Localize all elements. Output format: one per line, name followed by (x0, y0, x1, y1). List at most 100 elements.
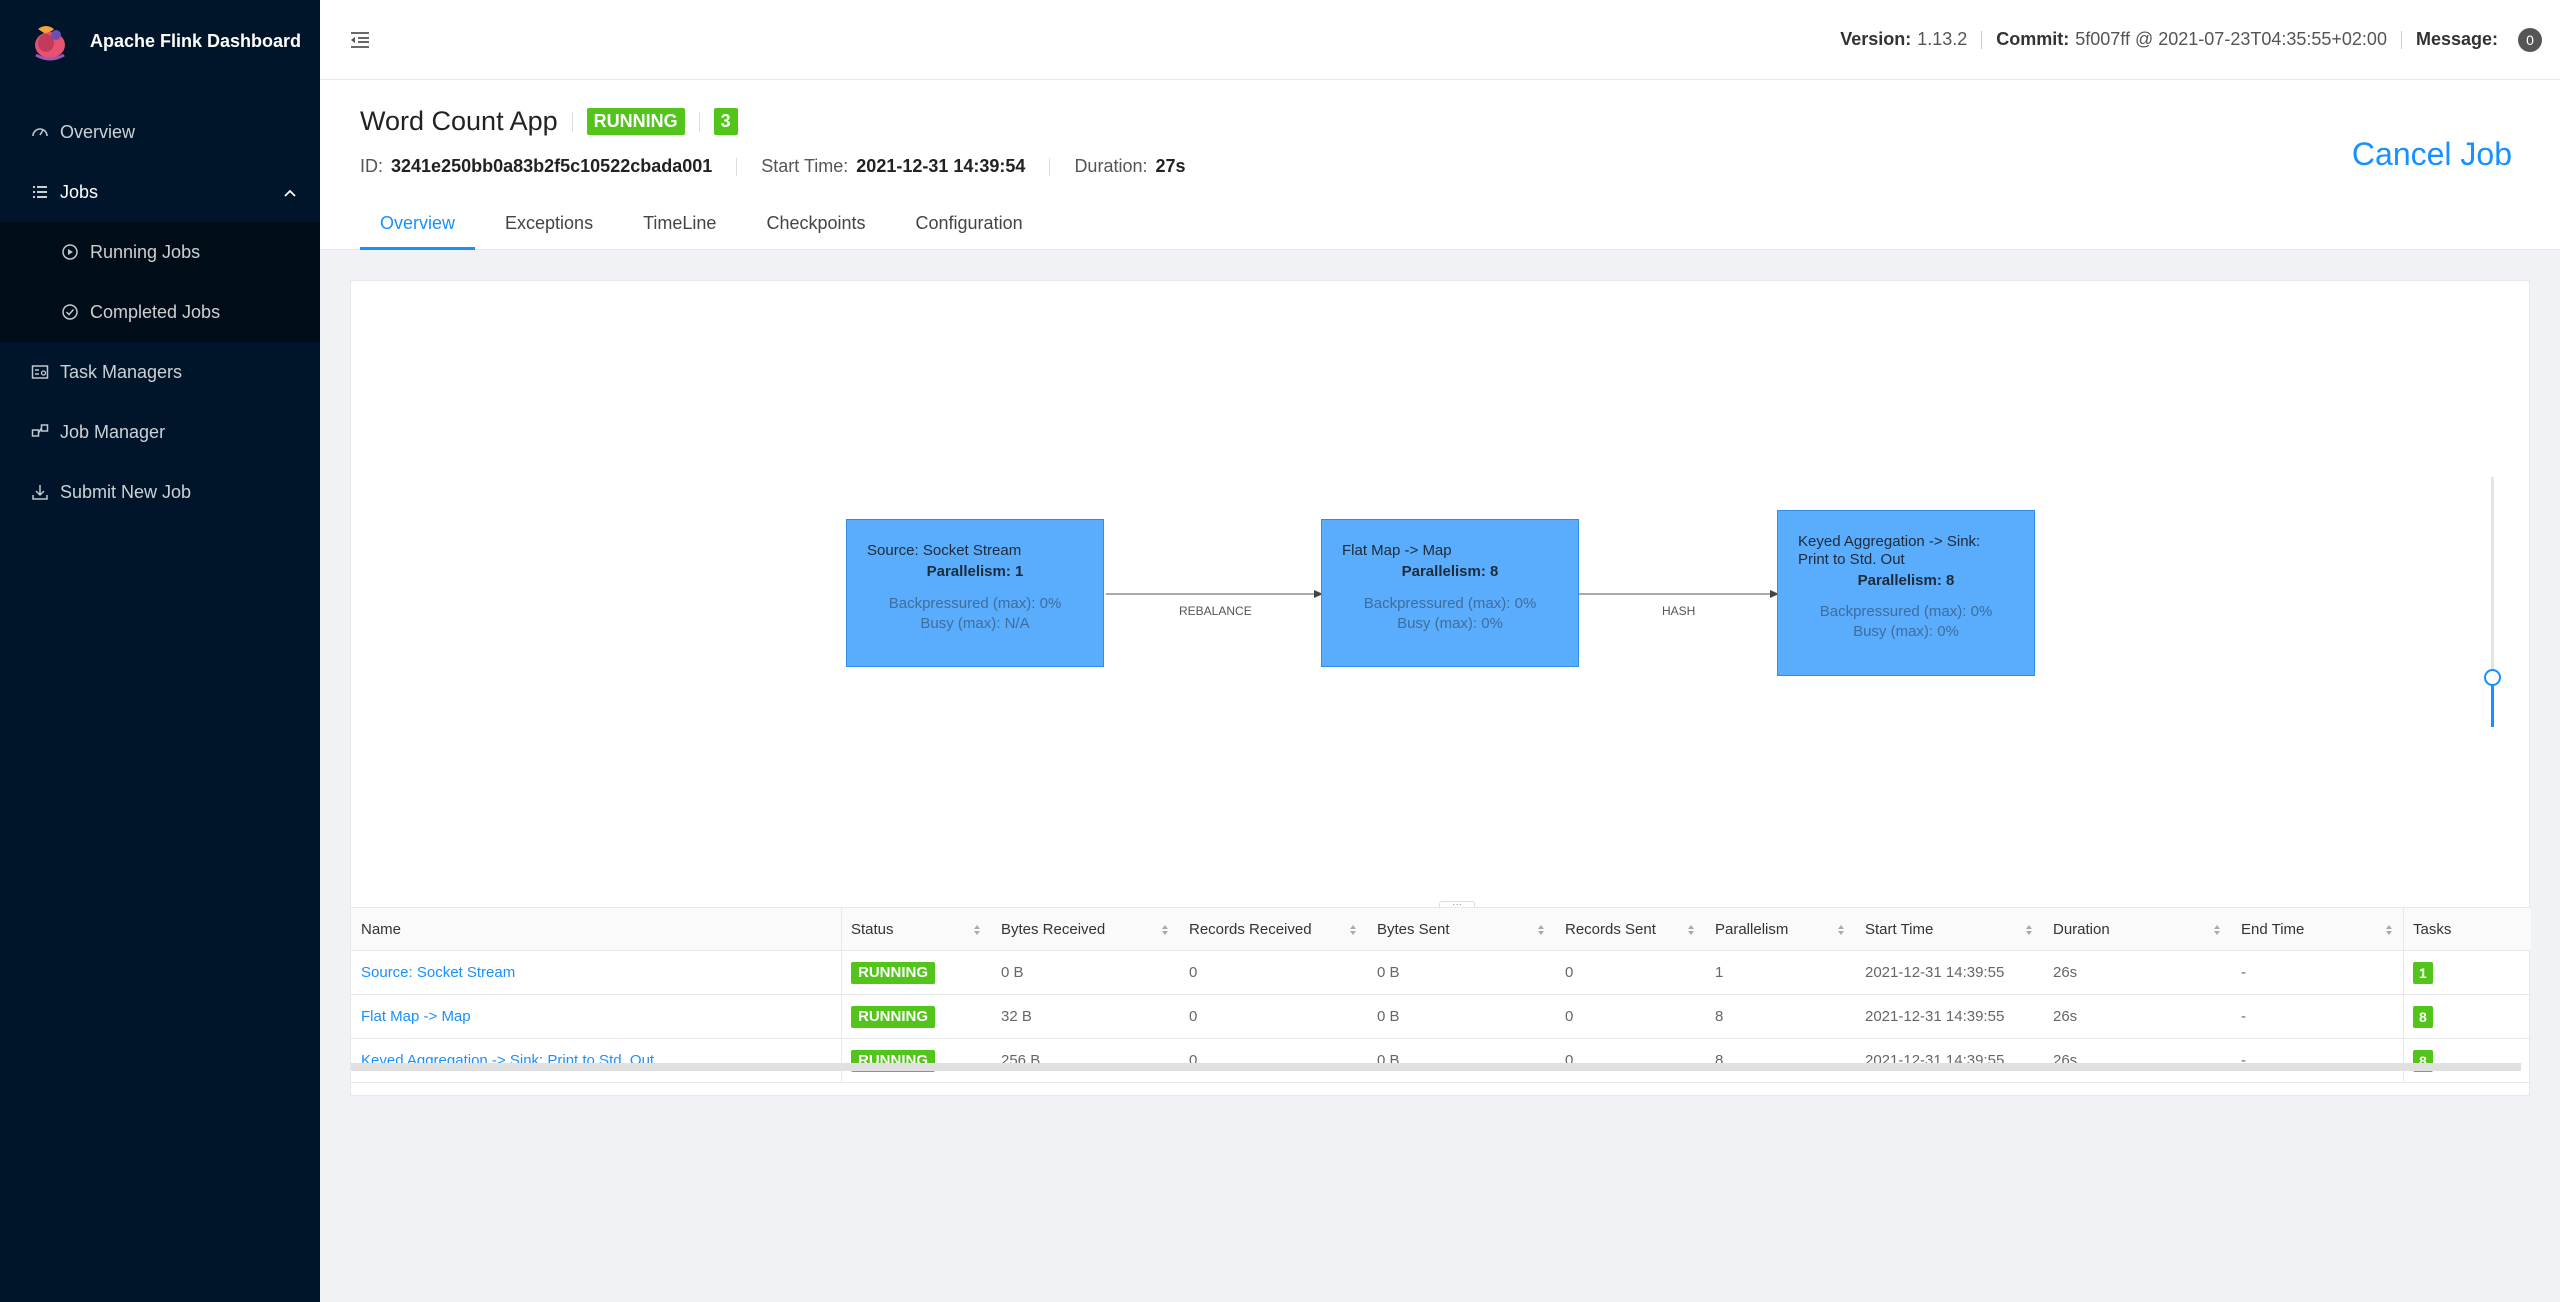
node-title: Source: Socket Stream (867, 542, 1022, 559)
parallelism-cell: 8 (1715, 1008, 1724, 1025)
col-records-received[interactable]: Records Received (1179, 908, 1367, 952)
vertex-name-link[interactable]: Source: Socket Stream (351, 951, 515, 995)
col-bytes-sent[interactable]: Bytes Sent (1367, 908, 1555, 952)
divider (736, 157, 738, 176)
sort-icon[interactable] (1687, 923, 1695, 937)
col-records-sent[interactable]: Records Sent (1555, 908, 1705, 952)
table-row[interactable]: Flat Map -> Map RUNNING 32 B 0 0 B 0 8 2… (351, 995, 2531, 1039)
tasks-cell: 1 (2403, 951, 2433, 995)
bytes-received-cell: 256 B (1001, 1052, 1041, 1069)
tab-configuration[interactable]: Configuration (896, 208, 1043, 250)
job-overview-panel: Source: Socket Stream Parallelism: 1 Bac… (350, 280, 2531, 1096)
tab-timeline[interactable]: TimeLine (623, 208, 736, 250)
sidebar-item-label: Submit New Job (60, 481, 192, 502)
start-time-cell: 2021-12-31 14:39:55 (1865, 964, 2005, 981)
duration-cell: 26s (2053, 1008, 2078, 1025)
chevron-up-icon (284, 184, 296, 200)
column-header-label: Status (851, 921, 894, 938)
end-time-cell: - (2241, 1052, 2246, 1069)
job-status-badge: RUNNING (586, 108, 685, 135)
message-label[interactable]: Message: (2416, 29, 2498, 50)
sort-icon[interactable] (2025, 923, 2033, 937)
job-name: Word Count App (360, 106, 558, 136)
task-badge[interactable]: 1 (2413, 962, 2433, 985)
sort-icon[interactable] (2385, 923, 2393, 937)
col-start-time[interactable]: Start Time (1855, 908, 2043, 952)
vertex-name-link[interactable]: Flat Map -> Map (351, 995, 471, 1039)
brand[interactable]: Apache Flink Dashboard (0, 0, 320, 82)
divider (698, 111, 700, 132)
sidebar-item-jobs[interactable]: Jobs (0, 162, 320, 222)
dashboard-icon (30, 122, 50, 142)
col-name[interactable]: Name (351, 908, 841, 952)
parallelism-cell: 1 (1715, 964, 1724, 981)
header-info: Version: 1.13.2 Commit: 5f007ff @ 2021-0… (1840, 27, 2560, 52)
job-header: Word Count App RUNNING 3 ID: 3241e250bb0… (320, 80, 2560, 250)
sidebar-item-overview[interactable]: Overview (0, 102, 320, 162)
bytes-sent-cell: 0 B (1377, 964, 1400, 981)
graph-node-source[interactable]: Source: Socket Stream Parallelism: 1 Bac… (846, 519, 1104, 667)
vertex-name[interactable]: Flat Map -> Map (361, 1008, 471, 1025)
divider (1981, 30, 1983, 49)
sidebar-menu: Overview Jobs Running Jobs Completed Job… (0, 102, 320, 522)
horizontal-scrollbar[interactable] (351, 1063, 2521, 1071)
tasks-cell: 8 (2403, 995, 2433, 1039)
vertex-name-link[interactable]: Keyed Aggregation -> Sink: Print to Std.… (351, 1039, 654, 1083)
status-badge: RUNNING (851, 962, 935, 985)
sidebar-item-job-manager[interactable]: Job Manager (0, 402, 320, 462)
start-time-cell: 2021-12-31 14:39:55 (1865, 1052, 2005, 1069)
task-badge[interactable]: 8 (2413, 1006, 2433, 1029)
parallelism-cell: 8 (1715, 1052, 1724, 1069)
duration-cell: 26s (2053, 1052, 2078, 1069)
column-header-label: Records Sent (1565, 921, 1656, 938)
sort-icon[interactable] (1161, 923, 1169, 937)
sort-icon[interactable] (2213, 923, 2221, 937)
records-sent-cell: 0 (1565, 1008, 1574, 1025)
col-end-time[interactable]: End Time (2231, 908, 2403, 952)
col-parallelism[interactable]: Parallelism (1705, 908, 1855, 952)
sidebar-item-task-managers[interactable]: Task Managers (0, 342, 320, 402)
column-header-label: Duration (2053, 921, 2110, 938)
flink-logo-icon (28, 19, 72, 63)
job-graph[interactable]: Source: Socket Stream Parallelism: 1 Bac… (351, 281, 2531, 906)
graph-node-keyed-aggregation[interactable]: Keyed Aggregation -> Sink: Print to Std.… (1777, 510, 2035, 676)
tab-overview[interactable]: Overview (360, 208, 476, 250)
cluster-icon (30, 422, 50, 442)
column-header-label: End Time (2241, 921, 2305, 938)
menu-fold-icon[interactable] (348, 28, 372, 52)
sidebar-item-completed-jobs[interactable]: Completed Jobs (0, 282, 320, 342)
table-row[interactable]: Source: Socket Stream RUNNING 0 B 0 0 B … (351, 951, 2531, 995)
start-time-label: Start Time: (761, 156, 849, 176)
status-cell: RUNNING (841, 995, 935, 1039)
records-received-cell: 0 (1189, 964, 1198, 981)
sidebar-item-running-jobs[interactable]: Running Jobs (0, 222, 320, 282)
sidebar-item-label: Task Managers (60, 361, 183, 382)
tab-exceptions[interactable]: Exceptions (485, 208, 613, 250)
tab-checkpoints[interactable]: Checkpoints (746, 208, 885, 250)
end-time-cell: - (2241, 964, 2246, 981)
col-status[interactable]: Status (841, 908, 991, 952)
column-header-label: Records Received (1189, 921, 1312, 938)
job-title-row: Word Count App RUNNING 3 (360, 106, 738, 137)
node-title: Keyed Aggregation -> Sink: Print to Std.… (1798, 533, 1981, 568)
col-duration[interactable]: Duration (2043, 908, 2231, 952)
zoom-slider-handle[interactable] (2484, 669, 2501, 686)
sidebar-item-submit-new-job[interactable]: Submit New Job (0, 462, 320, 522)
top-header: Version: 1.13.2 Commit: 5f007ff @ 2021-0… (320, 0, 2560, 80)
bytes-sent-cell: 0 B (1377, 1008, 1400, 1025)
sort-icon[interactable] (1837, 923, 1845, 937)
sort-icon[interactable] (1537, 923, 1545, 937)
sort-icon[interactable] (1349, 923, 1357, 937)
col-bytes-received[interactable]: Bytes Received (991, 908, 1179, 952)
cancel-job-button[interactable]: Cancel Job (2352, 136, 2512, 173)
schedule-icon (30, 362, 50, 382)
node-busy: Busy (max): 0% (1853, 623, 1959, 640)
message-count-badge[interactable]: 0 (2518, 27, 2542, 52)
sidebar-item-label: Overview (60, 121, 136, 142)
table-row[interactable]: Keyed Aggregation -> Sink: Print to Std.… (351, 1039, 2531, 1083)
job-id-value: 3241e250bb0a83b2f5c10522cbada001 (391, 156, 713, 176)
vertex-name[interactable]: Source: Socket Stream (361, 964, 515, 981)
bytes-received-cell: 32 B (1001, 1008, 1032, 1025)
sort-icon[interactable] (973, 923, 981, 937)
graph-node-flatmap[interactable]: Flat Map -> Map Parallelism: 8 Backpress… (1321, 519, 1579, 667)
